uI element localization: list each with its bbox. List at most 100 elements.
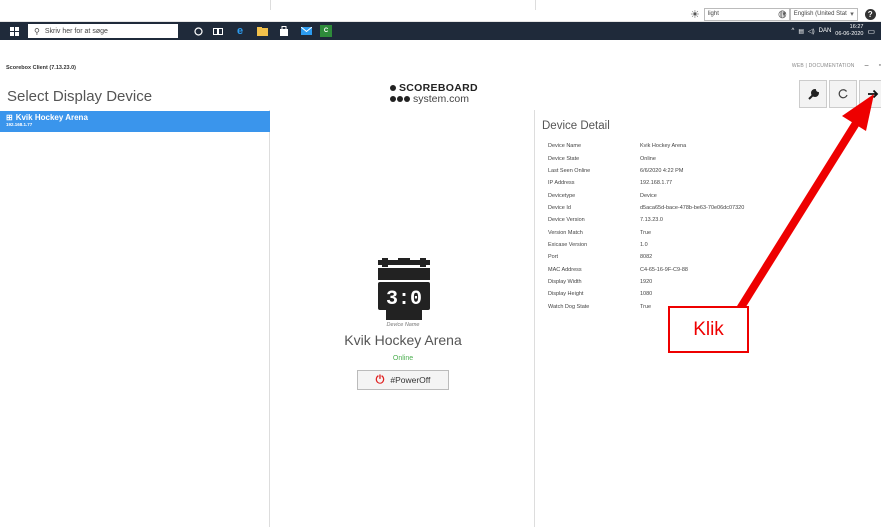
- start-button[interactable]: [0, 22, 28, 40]
- detail-key: Devicetype: [548, 192, 576, 199]
- detail-key: Device Name: [548, 143, 582, 150]
- detail-key: Watch Dog State: [548, 303, 590, 310]
- mail-icon[interactable]: [300, 25, 312, 37]
- settings-button[interactable]: [799, 80, 827, 108]
- detail-row: Last Seen Online 6/6/2020 4:22 PM: [548, 165, 840, 177]
- detail-key: Device State: [548, 155, 580, 162]
- detail-value: 1.0: [640, 241, 648, 248]
- detail-value: 1080: [640, 291, 653, 298]
- windows-taskbar: ⚲ Skriv her for at søge e C ^ ▤ ◁) DAN 1…: [0, 22, 881, 40]
- device-state: Online: [392, 355, 414, 362]
- language-control: ◍ English (United Stat ?: [778, 8, 876, 21]
- scoreboard-mini-icon: ⊞: [6, 113, 13, 122]
- theme-control: ☀ light: [690, 8, 790, 21]
- detail-row: Display Height 1080: [548, 288, 840, 300]
- device-list-item[interactable]: ⊞ Kvik Hockey Arena 192.168.1.77: [0, 111, 270, 132]
- detail-value: Online: [640, 155, 656, 162]
- tray-time: 16:27: [849, 24, 864, 30]
- detail-key: Display Width: [548, 278, 582, 285]
- detail-row: IP Address 192.168.1.77: [548, 177, 840, 189]
- detail-key: Port: [548, 254, 559, 261]
- detail-value: Device: [640, 192, 657, 199]
- store-icon[interactable]: [278, 25, 290, 37]
- detail-key: Device Id: [548, 204, 571, 211]
- search-icon: ⚲: [34, 26, 40, 36]
- logo-dot: [390, 85, 396, 91]
- detail-key: MAC Address: [548, 266, 582, 273]
- detail-row: Device Name Kvik Hockey Arena: [548, 140, 840, 152]
- file-explorer-icon[interactable]: [256, 25, 268, 37]
- detail-value: 6/6/2020 4:22 PM: [640, 167, 684, 174]
- power-off-button[interactable]: ⏻ #PowerOff: [357, 370, 449, 390]
- globe-icon: ◍: [778, 9, 787, 20]
- device-list-item-name: Kvik Hockey Arena: [15, 113, 88, 122]
- cortana-icon[interactable]: [192, 25, 204, 37]
- speaker-icon[interactable]: ◁): [808, 28, 815, 35]
- refresh-icon: [838, 89, 848, 99]
- detail-row: Version Match True: [548, 226, 840, 238]
- network-icon[interactable]: ▤: [798, 28, 804, 35]
- task-view-icon[interactable]: [212, 25, 224, 37]
- docs-link[interactable]: WEB | DOCUMENTATION: [792, 63, 855, 69]
- detail-key: Display Height: [548, 291, 584, 298]
- detail-row: MAC Address C4-65-16-9F-C9-88: [548, 263, 840, 275]
- detail-row: Exicase Version 1.0: [548, 239, 840, 251]
- detail-value: 192.168.1.77: [640, 180, 673, 187]
- scoreboard-logo: SCOREBOARD system.com: [390, 82, 500, 108]
- device-name: Kvik Hockey Arena: [344, 332, 462, 348]
- theme-select[interactable]: light: [703, 8, 790, 21]
- scorebox-app-icon[interactable]: C: [320, 25, 332, 37]
- detail-row: Device Id d5aca65d-bace-478b-be63-70e06dc…: [548, 202, 840, 214]
- device-list-item-ip: 192.168.1.77: [6, 122, 33, 127]
- power-off-label: #PowerOff: [390, 375, 431, 385]
- logo-line2: system.com: [413, 93, 470, 105]
- help-icon[interactable]: ?: [864, 9, 876, 20]
- detail-row: Device Version 7.13.23.0: [548, 214, 840, 226]
- detail-value: C4-65-16-9F-C9-88: [640, 266, 688, 273]
- scoreboard-icon: 3:0: [378, 258, 430, 320]
- detail-row: Port 8082: [548, 251, 840, 263]
- detail-value: d5aca65d-bace-478b-be63-70e06dc07320: [640, 204, 745, 211]
- arrow-right-icon: [868, 89, 879, 99]
- tray-clock[interactable]: 16:27 06-06-2020: [835, 24, 863, 38]
- previous-window-strip: ☀ light ◍ English (United Stat ?: [0, 0, 881, 22]
- windows-logo-icon: [9, 26, 19, 36]
- divider: [270, 0, 271, 10]
- detail-key: Version Match: [548, 229, 583, 236]
- detail-row: Device State Online: [548, 152, 840, 164]
- divider: [535, 0, 536, 10]
- sun-icon: ☀: [690, 9, 700, 21]
- chevron-up-icon[interactable]: ^: [792, 28, 795, 34]
- edge-icon[interactable]: e: [234, 25, 246, 37]
- tray-language[interactable]: DAN: [819, 28, 832, 34]
- tray-date: 06-06-2020: [835, 31, 864, 37]
- window-controls: WEB | DOCUMENTATION – ▫: [792, 62, 881, 69]
- device-detail-title: Device Detail: [542, 120, 610, 132]
- minimize-button[interactable]: –: [865, 62, 869, 69]
- scorebox-client-window: Scorebox Client (7.13.23.0) WEB | DOCUME…: [0, 62, 881, 527]
- refresh-button[interactable]: [829, 80, 857, 108]
- detail-value: Kvik Hockey Arena: [640, 143, 687, 150]
- detail-row: Devicetype Device: [548, 189, 840, 201]
- detail-row: Display Width 1920: [548, 276, 840, 288]
- taskbar-search-placeholder: Skriv her for at søge: [44, 27, 108, 35]
- power-icon: ⏻: [375, 373, 385, 386]
- detail-key: Last Seen Online: [548, 167, 591, 174]
- annotation-klik-label: Klik: [668, 306, 749, 353]
- device-name-label: Device Name: [386, 322, 420, 328]
- detail-value: True: [640, 229, 652, 236]
- language-select[interactable]: English (United Stat: [789, 8, 858, 21]
- system-tray: ^ ▤ ◁) DAN 16:27 06-06-2020 ▭: [792, 22, 881, 40]
- device-list-panel: ⊞ Kvik Hockey Arena 192.168.1.77: [0, 110, 270, 527]
- device-preview-panel: 3:0 Device Name Kvik Hockey Arena Online…: [271, 110, 535, 527]
- page-title: Select Display Device: [7, 88, 153, 105]
- taskbar-search[interactable]: ⚲ Skriv her for at søge: [28, 24, 178, 38]
- wrench-icon: [807, 88, 819, 100]
- detail-key: Device Version: [548, 217, 585, 224]
- svg-text:3:0: 3:0: [386, 288, 422, 311]
- window-title: Scorebox Client (7.13.23.0): [6, 65, 76, 71]
- notification-icon[interactable]: ▭: [867, 27, 875, 36]
- next-button[interactable]: [859, 80, 881, 108]
- detail-value: 7.13.23.0: [640, 217, 663, 224]
- device-detail-table: Device Name Kvik Hockey Arena Device Stat…: [548, 140, 840, 313]
